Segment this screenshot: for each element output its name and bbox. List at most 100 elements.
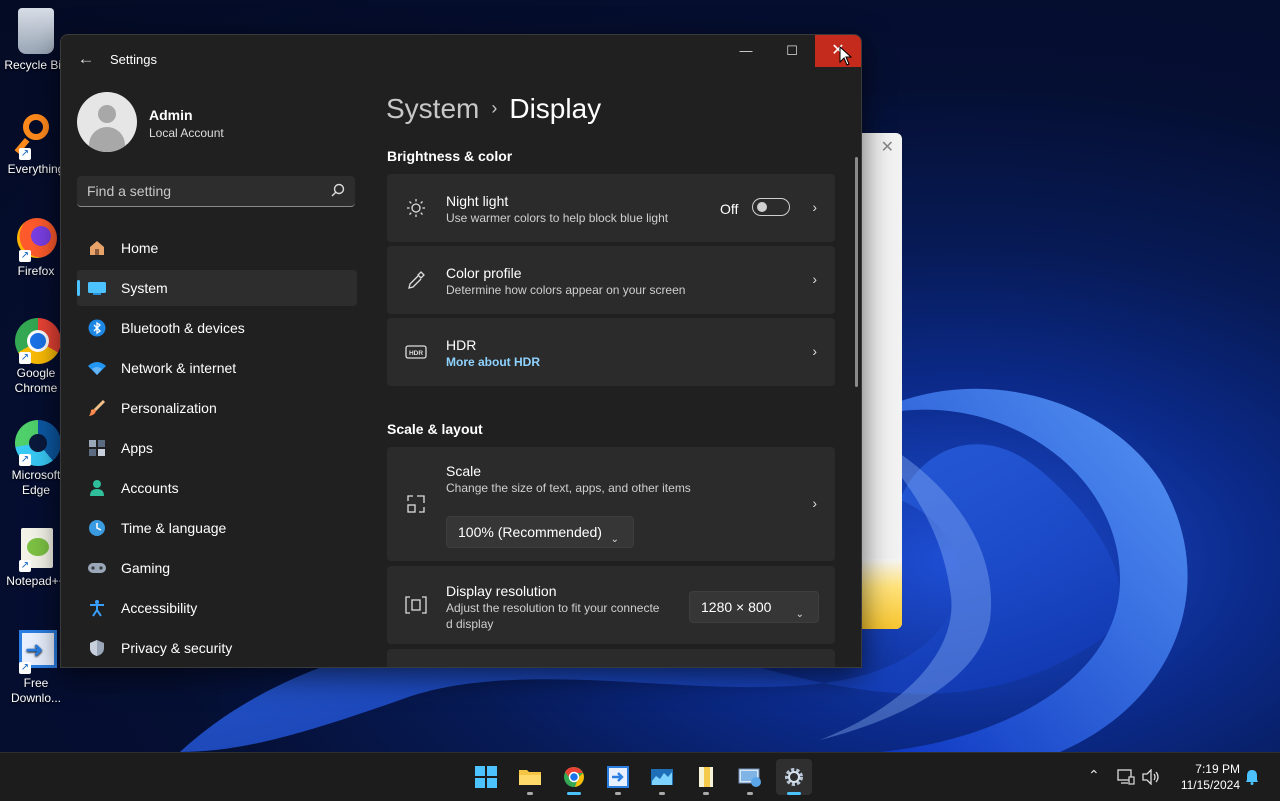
sidebar-item-label: Gaming (121, 560, 171, 576)
desktop-icon-label: Microsoft Edge (11, 468, 61, 497)
notepad-icon (699, 767, 713, 787)
recycle-bin-icon (18, 8, 54, 54)
taskbar-settings[interactable] (776, 759, 812, 795)
night-light-card[interactable]: Night light Use warmer colors to help bl… (387, 174, 835, 242)
paintbrush-icon (87, 398, 107, 418)
desktop-icon-label: Notepad++ (6, 574, 66, 588)
desktop-icon-firefox[interactable]: ↗ Firefox (4, 214, 68, 279)
sidebar-item-privacy[interactable]: Privacy & security (77, 630, 357, 666)
volume-icon[interactable] (1142, 769, 1160, 785)
next-setting-card[interactable] (387, 649, 835, 667)
breadcrumb-parent[interactable]: System (386, 93, 479, 124)
sidebar-item-accounts[interactable]: Accounts (77, 470, 357, 506)
scrollbar[interactable] (855, 157, 858, 387)
desktop-icon-chrome[interactable]: ↗ Google Chrome (4, 316, 68, 396)
resolution-icon (405, 594, 427, 616)
taskbar-clock[interactable]: 7:19 PM 11/15/2024 (1172, 761, 1240, 793)
sidebar-item-apps[interactable]: Apps (77, 430, 357, 466)
desktop-icon-edge[interactable]: ↗ Microsoft Edge (4, 418, 68, 498)
avatar[interactable] (77, 92, 137, 152)
network-wired-icon[interactable] (1117, 769, 1135, 785)
sidebar-item-home[interactable]: Home (77, 230, 357, 266)
taskbar-start-button[interactable] (468, 759, 504, 795)
more-about-hdr-link[interactable]: More about HDR (446, 355, 540, 369)
search-input[interactable] (77, 176, 337, 206)
color-profile-card[interactable]: Color profile Determine how colors appea… (387, 246, 835, 314)
desktop-icon-recycle-bin[interactable]: Recycle Bin (4, 8, 68, 73)
sidebar-item-label: Bluetooth & devices (121, 320, 245, 336)
night-light-toggle[interactable] (752, 198, 790, 216)
task-manager-icon (651, 769, 673, 785)
night-light-title: Night light (446, 193, 509, 209)
notification-bell-icon[interactable] (1245, 769, 1259, 785)
hdr-card[interactable]: HDR HDR More about HDR › (387, 318, 835, 386)
chevron-right-icon[interactable]: › (812, 271, 817, 287)
sidebar-item-label: Accessibility (121, 600, 198, 616)
settings-window: ← Settings — ☐ ✕ Admin Local Account Hom… (60, 34, 862, 668)
chevron-right-icon[interactable]: › (812, 343, 817, 359)
chevron-right-icon[interactable]: › (812, 199, 817, 215)
sidebar-item-accessibility[interactable]: Accessibility (77, 590, 357, 626)
sidebar-item-bluetooth[interactable]: Bluetooth & devices (77, 310, 357, 346)
close-icon[interactable]: ✕ (881, 137, 894, 157)
desktop-icon-label: Recycle Bin (4, 58, 68, 72)
night-light-subtitle: Use warmer colors to help block blue lig… (446, 211, 669, 225)
mouse-cursor-icon (839, 46, 853, 66)
minimize-button[interactable]: — (723, 35, 769, 67)
window-title: Settings (110, 52, 157, 67)
search-box (77, 176, 355, 207)
color-profile-title: Color profile (446, 265, 522, 281)
sidebar-item-label: Apps (121, 440, 153, 456)
sidebar-item-label: Accounts (121, 480, 179, 496)
sidebar-item-personalization[interactable]: Personalization (77, 390, 357, 426)
sidebar-item-label: Time & language (121, 520, 227, 536)
chrome-icon (564, 766, 584, 787)
taskbar-control-panel[interactable] (732, 759, 768, 795)
taskbar-chrome[interactable] (556, 759, 592, 795)
desktop-icon-everything[interactable]: ↗ Everything (4, 112, 68, 177)
night-light-state: Off (720, 201, 739, 217)
scale-dropdown[interactable]: 100% (Recommended) ⌄ (446, 516, 634, 548)
breadcrumb-separator: › (491, 98, 498, 118)
search-icon[interactable] (331, 183, 345, 197)
sidebar-item-time-language[interactable]: Time & language (77, 510, 357, 546)
hdr-title: HDR (446, 337, 477, 353)
everything-search-icon: ↗ (13, 112, 59, 160)
chevron-down-icon: ⌄ (610, 534, 619, 545)
taskbar-free-download-manager[interactable] (600, 759, 636, 795)
breadcrumb: System › Display (386, 93, 601, 125)
free-download-manager-icon: ➜ ↗ (13, 626, 59, 674)
chevron-right-icon[interactable]: › (812, 495, 817, 511)
scale-subtitle: Change the size of text, apps, and other… (446, 481, 691, 495)
clock-time: 7:19 PM (1195, 762, 1240, 776)
taskbar-task-manager[interactable] (644, 759, 680, 795)
resolution-dropdown[interactable]: 1280 × 800 ⌄ (689, 591, 819, 623)
chevron-down-icon: ⌄ (795, 609, 804, 620)
desktop-icon-notepad-plus-plus[interactable]: ↗ Notepad++ (4, 524, 68, 589)
start-icon (475, 766, 497, 788)
scale-dropdown-value: 100% (Recommended) (458, 524, 602, 540)
sidebar-item-label: Network & internet (121, 360, 237, 376)
display-resolution-subtitle-line1: Adjust the resolution to fit your connec… (446, 601, 660, 615)
sidebar-item-gaming[interactable]: Gaming (77, 550, 357, 586)
clock-date: 11/15/2024 (1180, 778, 1240, 792)
notepad-plus-plus-icon: ↗ (13, 524, 59, 572)
taskbar-notepad[interactable] (688, 759, 724, 795)
close-button[interactable]: ✕ (815, 35, 861, 67)
sidebar-item-network[interactable]: Network & internet (77, 350, 357, 386)
back-arrow-icon[interactable]: ← (75, 49, 97, 71)
display-resolution-card[interactable]: Display resolution Adjust the resolution… (387, 566, 835, 644)
resolution-dropdown-value: 1280 × 800 (701, 599, 772, 615)
maximize-button[interactable]: ☐ (769, 35, 815, 67)
display-resolution-subtitle-line2: d display (446, 617, 494, 631)
sidebar-item-system[interactable]: System (77, 270, 357, 306)
profile-account-type: Local Account (149, 126, 224, 140)
sidebar-item-label: Home (121, 240, 159, 256)
show-hidden-icons-chevron-up-icon[interactable]: ⌃ (1088, 767, 1100, 784)
bluetooth-icon (87, 318, 107, 338)
sidebar-nav: Home System Bluetooth & devices Network … (77, 230, 357, 667)
section-heading-brightness: Brightness & color (387, 148, 513, 164)
desktop-icon-free-download-manager[interactable]: ➜ ↗ Free Downlo... (4, 626, 68, 706)
taskbar-file-explorer[interactable] (512, 759, 548, 795)
scale-card[interactable]: Scale Change the size of text, apps, and… (387, 447, 835, 561)
